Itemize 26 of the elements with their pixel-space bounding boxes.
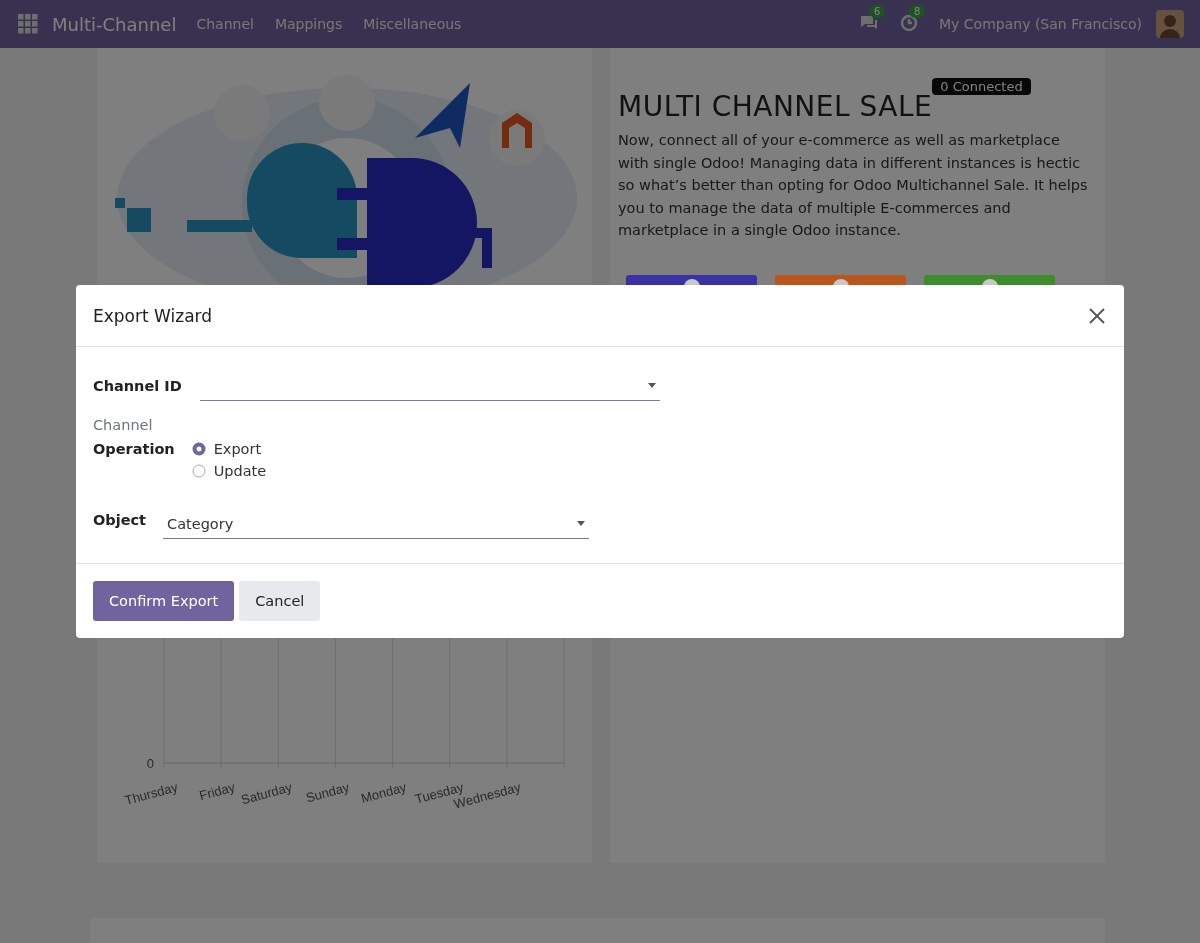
field-label: Operation bbox=[93, 441, 175, 457]
axis-tick-label: 0 bbox=[146, 756, 154, 771]
cancel-button[interactable]: Cancel bbox=[239, 581, 321, 621]
radio-option[interactable]: Update bbox=[191, 463, 267, 479]
app-name: Multi-Channel bbox=[52, 13, 177, 35]
section-label: Channel bbox=[93, 417, 154, 433]
axis-category-label: Sunday bbox=[304, 779, 351, 806]
menu-item[interactable]: Mappings bbox=[274, 16, 343, 32]
field-label: Channel ID bbox=[93, 378, 182, 394]
axis-category-label: Friday bbox=[197, 779, 237, 804]
axis-category-label: Thursday bbox=[123, 779, 180, 808]
page-title: MULTI CHANNEL SALE bbox=[618, 90, 933, 123]
description: Now, connect all of your e-commerce as well as marketplace with single Odoo! Managing data in different instances is hectic so what’s better than opting for Odoo Multichannel Sale. It helps you to manage the data of multiple E-commerces and marketplace in a single Odoo instance. bbox=[618, 131, 1089, 240]
menu-item[interactable]: Channel bbox=[196, 16, 254, 32]
radio-option[interactable]: Export bbox=[191, 441, 267, 457]
connected-badge: 0 Connected bbox=[932, 78, 1031, 95]
axis-category-label: Saturday bbox=[239, 779, 294, 808]
company-name[interactable]: My Company (San Francisco) bbox=[939, 16, 1142, 32]
confirm-button[interactable]: Confirm Export bbox=[93, 581, 235, 621]
message-count-badge: 6 bbox=[869, 5, 886, 18]
field-label: Object bbox=[93, 512, 147, 528]
menu-item[interactable]: Miscellaneous bbox=[363, 16, 462, 32]
dialog-title: Export Wizard bbox=[93, 305, 213, 326]
activity-count-badge: 8 bbox=[909, 5, 926, 18]
axis-category-label: Monday bbox=[359, 779, 408, 806]
object-dropdown[interactable]: Category bbox=[163, 509, 590, 539]
